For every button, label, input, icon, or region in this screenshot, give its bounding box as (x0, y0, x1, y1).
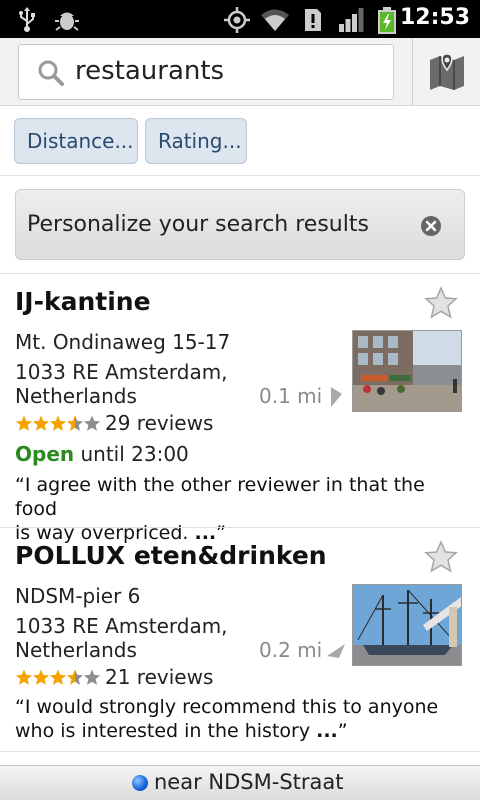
close-icon[interactable] (420, 215, 442, 237)
review-snippet-line: “I agree with the other reviewer in that… (15, 474, 425, 520)
rating-star (83, 669, 101, 685)
divider (0, 751, 480, 752)
review-count[interactable]: 29 reviews (105, 411, 213, 435)
address-line: Netherlands (15, 384, 137, 408)
debug-icon (55, 12, 79, 31)
review-count[interactable]: 21 reviews (105, 665, 213, 689)
rating-star (32, 415, 50, 431)
search-header: restaurants (0, 38, 480, 106)
review-snippet-line: who is interested in the history ...” (15, 719, 470, 743)
location-dot-icon (132, 775, 148, 791)
restaurant-photo[interactable] (352, 330, 462, 412)
address-line: 1033 RE Amsterdam, (15, 614, 228, 638)
result-title: POLLUX eten&drinken (15, 541, 327, 570)
distance-label: 0.2 mi (259, 638, 323, 662)
quote-close: ” (337, 720, 348, 742)
search-input[interactable]: restaurants (18, 44, 394, 100)
more-ellipsis: ... (316, 720, 338, 742)
status-bar: 12:53 (0, 0, 480, 38)
personalize-banner[interactable]: Personalize your search results (15, 189, 465, 260)
result-item[interactable]: IJ-kantine Mt. Ondinaweg 15-17 1033 RE A… (0, 274, 480, 544)
rating-stars (15, 415, 101, 431)
review-snippet-line: “I would strongly recommend this to anyo… (15, 696, 439, 718)
search-query: restaurants (75, 56, 225, 86)
status-time: 12:53 (399, 5, 470, 30)
battery-charging-icon (378, 7, 396, 34)
rating-star (49, 415, 67, 431)
location-footer[interactable]: near NDSM-Straat (0, 765, 480, 800)
rating-star (66, 669, 84, 685)
address-line: NDSM-pier 6 (15, 584, 141, 608)
open-status: Open (15, 442, 75, 466)
open-hours: Open until 23:00 (15, 442, 189, 466)
gps-icon (224, 7, 250, 33)
address-line: Netherlands (15, 638, 137, 662)
map-icon (430, 53, 464, 90)
restaurant-photo[interactable] (352, 584, 462, 666)
favorite-star-icon[interactable] (424, 540, 458, 574)
rating-filter-button[interactable]: Rating... (145, 118, 247, 164)
personalize-text: Personalize your search results (27, 212, 369, 237)
map-view-button[interactable] (413, 38, 480, 106)
usb-icon (19, 7, 35, 32)
review-snippet-text: who is interested in the history (15, 720, 317, 742)
direction-arrow-icon (331, 387, 342, 407)
distance-label: 0.1 mi (259, 384, 323, 408)
rating-stars (15, 669, 101, 685)
distance-filter-button[interactable]: Distance... (14, 118, 138, 164)
favorite-star-icon[interactable] (424, 286, 458, 320)
location-text: near NDSM-Straat (154, 770, 344, 794)
rating-star (15, 669, 33, 685)
filter-bar: Distance... Rating... (0, 106, 480, 176)
address-line: Mt. Ondinaweg 15-17 (15, 330, 231, 354)
review-snippet: “I would strongly recommend this to anyo… (15, 695, 470, 743)
rating-star (49, 669, 67, 685)
search-icon (38, 60, 64, 86)
alert-icon (305, 9, 321, 31)
rating-star (32, 669, 50, 685)
result-item[interactable]: POLLUX eten&drinken NDSM-pier 6 1033 RE … (0, 528, 480, 751)
hours-text: until 23:00 (74, 442, 189, 466)
rating-star (83, 415, 101, 431)
direction-arrow-icon (327, 644, 345, 658)
wifi-icon (261, 9, 289, 31)
signal-icon (339, 8, 364, 32)
rating-star (66, 415, 84, 431)
result-title: IJ-kantine (15, 287, 151, 316)
rating-star (15, 415, 33, 431)
address-line: 1033 RE Amsterdam, (15, 360, 228, 384)
